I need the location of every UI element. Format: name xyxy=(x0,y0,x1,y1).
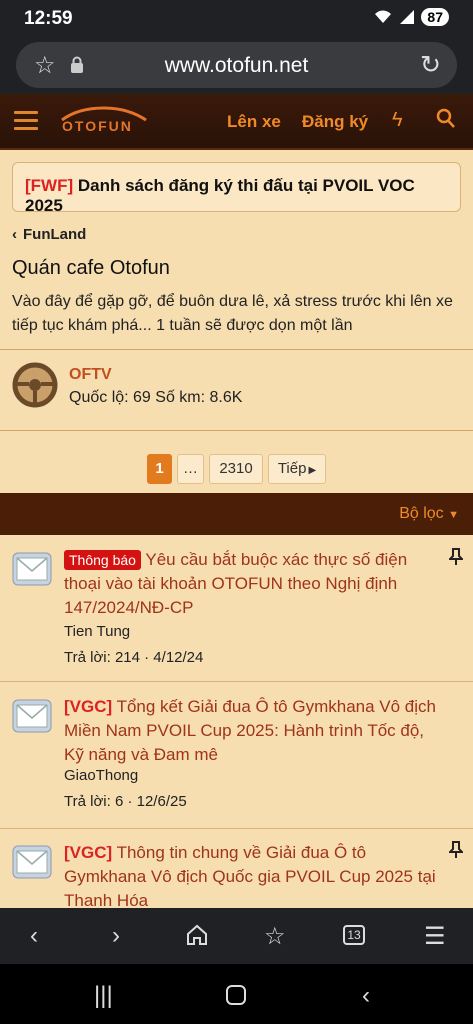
browser-toolbar: ‹ › ☆ 13 ☰ xyxy=(0,908,473,964)
filter-button[interactable]: Bộ lọc ▼ xyxy=(399,505,459,523)
tabs-button[interactable]: 13 xyxy=(343,925,365,945)
thread-title-text: Tổng kết Giải đua Ô tô Gymkhana Vô địch … xyxy=(64,697,436,764)
thread-row[interactable]: Thông báo Yêu cầu bắt buộc xác thực số đ… xyxy=(0,536,473,682)
thread-title[interactable]: [VGC] Thông tin chung về Giải đua Ô tô G… xyxy=(64,841,439,908)
url-text[interactable]: www.otofun.net xyxy=(16,54,457,78)
thread-author[interactable]: Tien Tung xyxy=(64,623,130,640)
home-icon[interactable] xyxy=(186,924,208,946)
status-icons: 87 xyxy=(373,8,449,26)
recent-apps-icon[interactable]: ||| xyxy=(94,982,113,1010)
thread-title[interactable]: [VGC] Tổng kết Giải đua Ô tô Gymkhana Vô… xyxy=(64,695,439,767)
status-bar: 12:59 87 xyxy=(0,0,473,36)
signal-icon xyxy=(400,10,415,24)
breadcrumb[interactable]: ‹ FunLand xyxy=(12,226,86,243)
thread-row[interactable]: [VGC] Thông tin chung về Giải đua Ô tô G… xyxy=(0,829,473,908)
breadcrumb-label: FunLand xyxy=(23,226,87,243)
next-page-button[interactable]: Tiếp ▶ xyxy=(268,454,326,484)
forward-icon[interactable]: › xyxy=(112,922,120,950)
bookmarks-icon[interactable]: ☆ xyxy=(264,922,286,951)
wifi-icon xyxy=(375,10,392,23)
thread-row[interactable]: [VGC] Tổng kết Giải đua Ô tô Gymkhana Vô… xyxy=(0,683,473,829)
battery-indicator: 87 xyxy=(421,8,449,26)
page-ellipsis-button[interactable]: … xyxy=(177,454,204,484)
caret-right-icon: ▶ xyxy=(308,465,317,476)
notice-banner[interactable]: [FWF] Danh sách đăng ký thi đấu tại PVOI… xyxy=(12,162,461,215)
status-time: 12:59 xyxy=(24,8,73,29)
search-icon[interactable] xyxy=(436,108,456,130)
caret-down-icon: ▼ xyxy=(448,509,459,521)
back-nav-icon[interactable]: ‹ xyxy=(362,982,370,1010)
moderator-stats: Quốc lộ: 69 Số km: 8.6K xyxy=(69,389,243,406)
thread-meta: Trả lời: 6 · 12/6/25 xyxy=(64,793,187,810)
thread-prefix: [VGC] xyxy=(64,697,113,716)
reload-icon[interactable]: ↻ xyxy=(420,50,441,80)
thread-author[interactable]: GiaoThong xyxy=(64,767,138,784)
pin-icon xyxy=(449,548,463,565)
divider xyxy=(0,430,473,431)
thread-title[interactable]: Thông báo Yêu cầu bắt buộc xác thực số đ… xyxy=(64,548,439,620)
pin-icon xyxy=(449,841,463,858)
site-logo[interactable]: OTOFUN xyxy=(58,106,150,138)
notice-tag: [FWF] xyxy=(25,176,74,195)
page-last-button[interactable]: 2310 xyxy=(209,454,263,484)
tabs-count: 13 xyxy=(347,928,361,942)
divider xyxy=(0,349,473,350)
system-nav-bar: ||| ‹ xyxy=(0,964,473,1024)
main-content: [FWF] Danh sách đăng ký thi đấu tại PVOI… xyxy=(0,150,473,908)
notice-text: Danh sách đăng ký thi đấu tại PVOIL VOC … xyxy=(25,176,415,215)
thread-prefix: [VGC] xyxy=(64,843,113,862)
home-nav-icon[interactable] xyxy=(226,985,246,1005)
logo-text: OTOFUN xyxy=(62,118,133,134)
browser-address-bar: ☆ www.otofun.net ↻ xyxy=(0,36,473,94)
menu-icon[interactable] xyxy=(14,111,38,131)
next-label: Tiếp xyxy=(277,460,307,477)
filter-label: Bộ lọc xyxy=(399,505,444,522)
whats-new-icon[interactable]: ϟ xyxy=(392,109,403,132)
envelope-icon xyxy=(12,552,52,586)
browser-menu-icon[interactable]: ☰ xyxy=(424,922,446,951)
page-1-button[interactable]: 1 xyxy=(147,454,172,484)
envelope-icon xyxy=(12,699,52,733)
page-title: Quán cafe Otofun xyxy=(12,257,170,279)
thread-meta: Trả lời: 214 · 4/12/24 xyxy=(64,649,204,666)
envelope-icon xyxy=(12,845,52,879)
moderator-name[interactable]: OFTV xyxy=(69,366,112,384)
filter-bar: Bộ lọc ▼ xyxy=(0,493,473,535)
register-link[interactable]: Đăng ký xyxy=(302,112,368,132)
login-link[interactable]: Lên xe xyxy=(227,112,281,132)
back-icon[interactable]: ‹ xyxy=(30,922,38,950)
steering-wheel-avatar[interactable] xyxy=(12,362,58,408)
chevron-left-icon: ‹ xyxy=(12,226,17,243)
thread-title-text: Thông tin chung về Giải đua Ô tô Gymkhan… xyxy=(64,843,436,908)
url-box[interactable]: ☆ www.otofun.net ↻ xyxy=(16,42,457,88)
forum-description: Vào đây để gặp gỡ, để buôn dưa lê, xả st… xyxy=(12,293,453,334)
site-header: OTOFUN Lên xe Đăng ký ϟ xyxy=(0,94,473,150)
announcement-badge: Thông báo xyxy=(64,550,141,570)
